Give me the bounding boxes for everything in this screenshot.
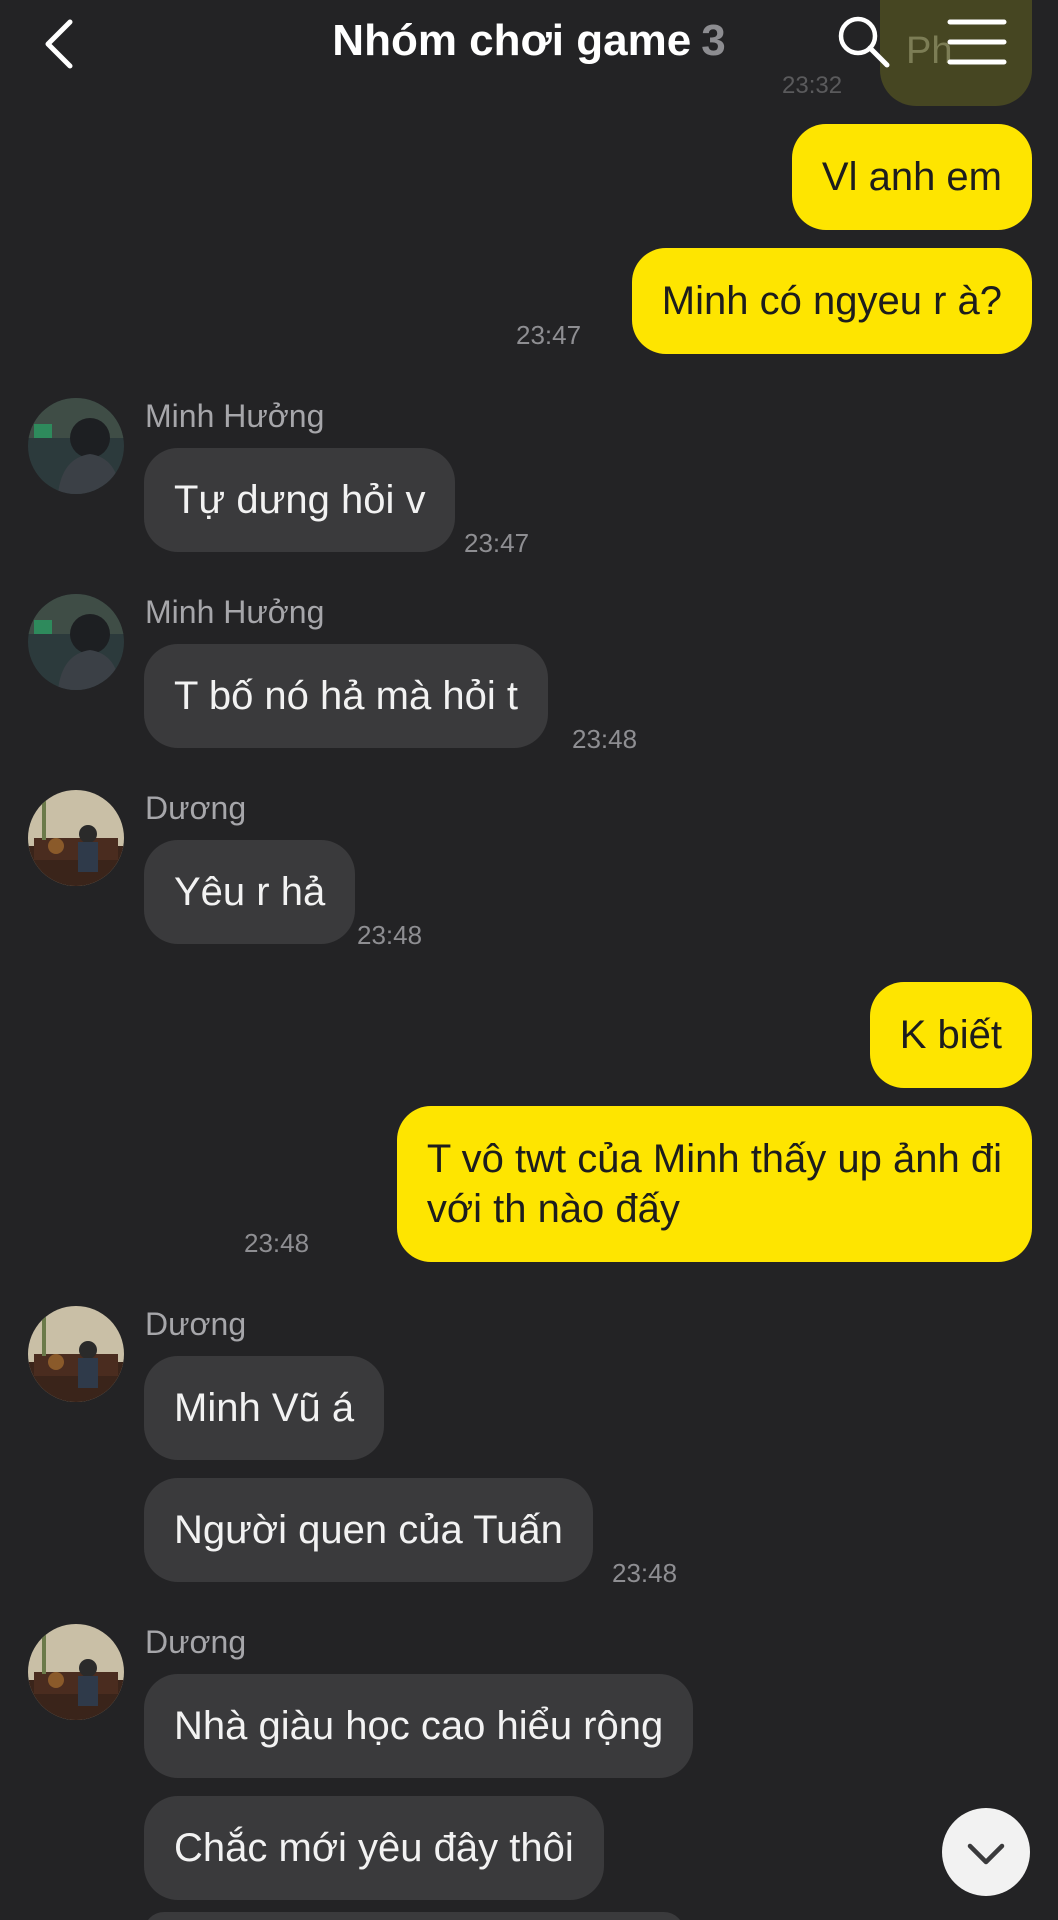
avatar-minh-huong[interactable] xyxy=(28,398,124,494)
avatar-duong[interactable] xyxy=(28,790,124,886)
sender-name: Dương xyxy=(145,1624,247,1660)
their-message-bubble[interactable]: Người quen của Tuấn xyxy=(144,1478,593,1582)
their-message-bubble[interactable]: Nhà giàu học cao hiểu rộng xyxy=(144,1674,694,1778)
chat-title: Nhóm chơi game 3 xyxy=(0,16,1058,66)
avatar-minh-huong[interactable] xyxy=(28,594,124,690)
avatar-photo xyxy=(28,790,124,886)
my-message-bubble[interactable]: K biết xyxy=(869,982,1032,1088)
message-text: T bố nó hả mà hỏi t xyxy=(174,674,518,718)
avatar-duong[interactable] xyxy=(28,1306,124,1402)
message-text: Chắc mới yêu đây thôi xyxy=(174,1826,574,1870)
their-message-bubble[interactable]: Minh Vũ á xyxy=(144,1356,385,1460)
chevron-down-icon xyxy=(967,1843,1005,1865)
message-text-line: T vô twt của Minh thấy up ảnh đi xyxy=(426,1137,1002,1181)
sender-name: Minh Hưởng xyxy=(145,398,325,434)
message-time: 23:48 xyxy=(244,1228,310,1258)
chat-header: Nhóm chơi game 3 xyxy=(0,0,1058,92)
their-message-bubble[interactable]: Yêu r hả xyxy=(144,840,356,944)
avatar-photo xyxy=(28,398,124,494)
message-text-line: với th nào đấy xyxy=(426,1187,680,1231)
menu-button[interactable] xyxy=(946,16,1008,68)
message-time: 23:47 xyxy=(516,320,582,350)
search-button[interactable] xyxy=(836,14,892,70)
their-message-bubble[interactable]: Chắc mới yêu đây thôi xyxy=(144,1796,604,1900)
avatar-photo xyxy=(28,1624,124,1720)
message-text: Minh Vũ á xyxy=(174,1386,355,1430)
their-message-bubble[interactable]: Tự dưng hỏi v xyxy=(144,448,456,552)
group-name: Nhóm chơi game xyxy=(332,16,692,65)
my-message-bubble[interactable]: Vl anh em xyxy=(791,124,1032,230)
message-time: 23:47 xyxy=(464,528,530,558)
message-text: Minh có ngyeu r à? xyxy=(661,279,1002,323)
message-time: 23:48 xyxy=(357,920,423,950)
chat-screen: Ph 23:32 Nhóm chơi game 3 Vl anh em Minh… xyxy=(0,0,1058,1920)
message-text: Yêu r hả xyxy=(174,870,326,914)
their-message-bubble-partial[interactable] xyxy=(144,1912,684,1920)
message-text: Tự dưng hỏi v xyxy=(174,478,426,522)
message-time: 23:48 xyxy=(572,724,638,754)
avatar-photo xyxy=(28,594,124,690)
my-message-bubble[interactable]: T vô twt của Minh thấy up ảnh đi với th … xyxy=(396,1106,1032,1262)
avatar-photo xyxy=(28,1306,124,1402)
my-message-bubble[interactable]: Minh có ngyeu r à? xyxy=(631,248,1032,354)
hamburger-menu-icon xyxy=(947,19,1007,65)
message-text: Vl anh em xyxy=(821,155,1002,199)
message-text: Người quen của Tuấn xyxy=(174,1508,563,1552)
sender-name: Dương xyxy=(145,790,247,826)
member-count: 3 xyxy=(701,16,726,65)
message-text: K biết xyxy=(899,1013,1002,1057)
sender-name: Dương xyxy=(145,1306,247,1342)
search-icon xyxy=(838,16,890,68)
avatar-duong[interactable] xyxy=(28,1624,124,1720)
sender-name: Minh Hưởng xyxy=(145,594,325,630)
message-time: 23:48 xyxy=(612,1558,678,1588)
their-message-bubble[interactable]: T bố nó hả mà hỏi t xyxy=(144,644,548,748)
message-text: Nhà giàu học cao hiểu rộng xyxy=(174,1704,664,1748)
scroll-to-bottom-button[interactable] xyxy=(942,1808,1030,1896)
